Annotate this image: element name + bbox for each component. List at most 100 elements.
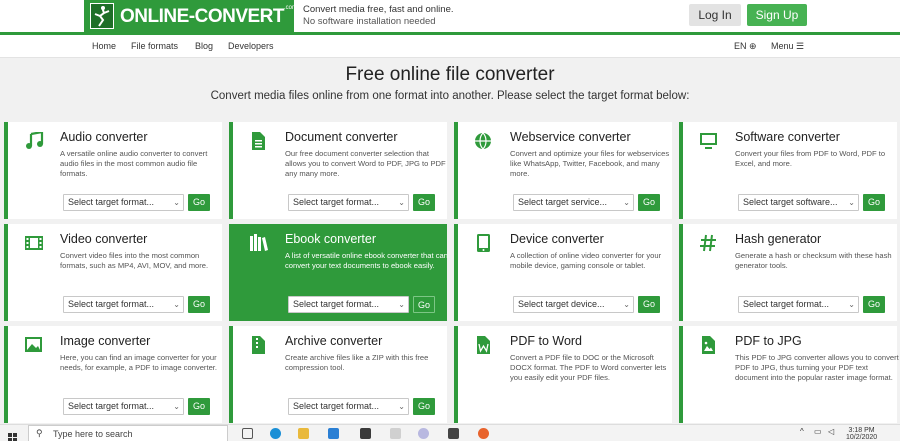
chevron-down-icon: ⌄ [173,198,180,207]
menu-button[interactable]: Menu ☰ [771,41,804,52]
target-format-select[interactable]: Select target format... ⌄ [738,296,859,313]
nav-item-home[interactable]: Home [92,41,116,51]
clock-time: 3:18 PM [848,427,875,434]
app-icon[interactable] [360,428,371,439]
card-document-converter: Document converter Our free document con… [229,122,447,219]
chevron-down-icon: ⌄ [398,198,405,207]
go-button[interactable]: Go [638,296,660,313]
card-software-converter: Software converter Convert your files fr… [679,122,897,219]
go-button[interactable]: Go [863,296,885,313]
card-title: PDF to Word [510,334,583,348]
go-button[interactable]: Go [188,194,210,211]
archive-icon [249,336,269,354]
target-format-select[interactable]: Select target format... ⌄ [63,398,184,415]
target-format-select[interactable]: Select target format... ⌄ [63,296,184,313]
file-explorer-icon[interactable] [298,428,309,439]
firefox-icon[interactable] [478,428,489,439]
task-view-icon[interactable] [242,428,253,439]
target-format-select[interactable]: Select target format... ⌄ [288,194,409,211]
card-description: Create archive files like a ZIP with thi… [285,353,429,372]
taskbar-search-input[interactable]: ⚲ Type here to search [28,425,228,441]
nav-item-blog[interactable]: Blog [195,41,213,51]
card-title: Document converter [285,130,398,144]
main-nav: Home File formats Blog Developers EN ⊕ M… [0,36,900,58]
nav-item-file-formats[interactable]: File formats [131,41,178,51]
logo-mark-icon [90,3,114,29]
target-software-select[interactable]: Select target software... ⌄ [738,194,859,211]
target-format-select[interactable]: Select target format... ⌄ [288,398,409,415]
system-clock[interactable]: 3:18 PM 10/2/2020 [846,427,877,441]
target-device-select[interactable]: Select target device... ⌄ [513,296,634,313]
target-format-select[interactable]: Select target format... ⌄ [63,194,184,211]
card-image-converter: Image converter Here, you can find an im… [4,326,222,423]
language-selector[interactable]: EN ⊕ [734,41,757,52]
chevron-down-icon: ⌄ [623,198,630,207]
card-title: Device converter [510,232,604,246]
chevron-down-icon: ⌄ [398,402,405,411]
card-description: A list of versatile online ebook convert… [285,251,448,270]
logo-suffix: .com [284,5,298,11]
header-divider [0,32,900,35]
chevron-up-icon[interactable]: ^ [800,427,804,436]
word-file-icon [474,336,494,354]
logo-text: ONLINE-CONVERT [120,6,285,27]
card-title: Image converter [60,334,151,348]
card-title: PDF to JPG [735,334,802,348]
tagline-line-2: No software installation needed [303,16,436,27]
network-icon[interactable]: ▭ [814,427,822,436]
image-icon [24,336,44,354]
go-button[interactable]: Go [188,398,210,415]
card-description: Generate a hash or checksum with these h… [735,251,892,270]
chevron-down-icon: ⌄ [623,300,630,309]
logo[interactable]: ONLINE-CONVERT [84,0,294,32]
tablet-icon [474,234,494,252]
card-description: A versatile online audio converter to co… [60,149,208,178]
target-format-select[interactable]: Select target format... ⌄ [288,296,409,313]
target-service-select[interactable]: Select target service... ⌄ [513,194,634,211]
windows-taskbar: ⚲ Type here to search ^ ▭ ◁ 3:18 PM 10/2… [0,424,900,441]
card-title: Audio converter [60,130,148,144]
card-pdf-to-word[interactable]: PDF to Word Convert a PDF file to DOC or… [454,326,672,423]
app-icon-2[interactable] [390,428,401,439]
card-title: Hash generator [735,232,822,246]
card-archive-converter: Archive converter Create archive files l… [229,326,447,423]
globe-small-icon: ⊕ [749,41,757,51]
card-title: Video converter [60,232,148,246]
edge-browser-icon[interactable] [270,428,281,439]
mail-icon[interactable] [328,428,339,439]
app-icon-3[interactable] [418,428,429,439]
go-button[interactable]: Go [413,398,435,415]
windows-start-icon[interactable] [8,429,17,441]
chevron-down-icon: ⌄ [173,402,180,411]
login-button[interactable]: Log In [689,4,741,26]
app-icon-4[interactable] [448,428,459,439]
page-subtitle: Convert media files online from one form… [210,90,690,102]
globe-icon [474,132,494,150]
signup-button[interactable]: Sign Up [747,4,807,26]
tagline: Convert media free, fast and online. No … [303,4,454,28]
document-icon [249,132,269,150]
search-placeholder: Type here to search [53,429,133,439]
menu-label: Menu [771,41,794,51]
card-description: Convert a PDF file to DOC or the Microso… [510,353,667,382]
nav-item-developers[interactable]: Developers [228,41,274,51]
card-pdf-to-jpg[interactable]: PDF to JPG This PDF to JPG converter all… [679,326,899,423]
go-button[interactable]: Go [638,194,660,211]
card-title: Ebook converter [285,232,377,246]
film-icon [24,234,44,252]
go-button[interactable]: Go [863,194,885,211]
card-title: Archive converter [285,334,383,348]
volume-icon[interactable]: ◁ [828,427,834,436]
hamburger-icon: ☰ [796,41,805,51]
go-button[interactable]: Go [413,296,435,313]
language-label: EN [734,41,747,51]
music-note-icon [24,130,44,150]
card-title: Software converter [735,130,840,144]
go-button[interactable]: Go [188,296,210,313]
top-header: ONLINE-CONVERT .com Convert media free, … [0,0,900,36]
go-button[interactable]: Go [413,194,435,211]
monitor-icon [699,132,719,150]
card-description: Here, you can find an image converter fo… [60,353,218,372]
card-description: Convert video files into the most common… [60,251,209,270]
card-description: Convert your files from PDF to Word, PDF… [735,149,886,168]
